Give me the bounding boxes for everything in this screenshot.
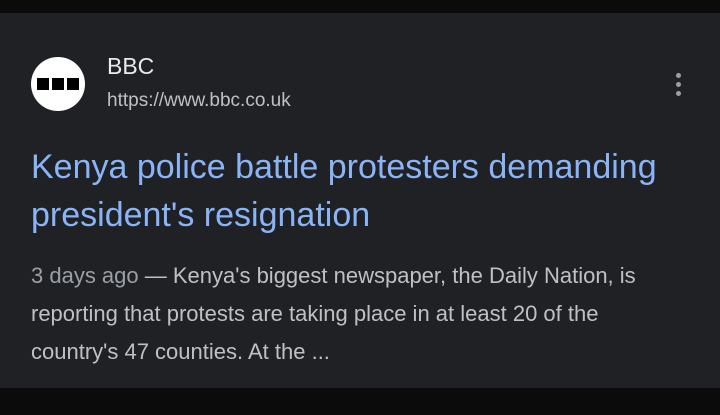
more-options-button[interactable]: [662, 62, 694, 106]
result-snippet: 3 days ago — Kenya's biggest newspaper, …: [31, 257, 691, 371]
top-separator: [0, 0, 720, 13]
logo-block-b1: B: [37, 78, 49, 90]
snippet-separator: —: [138, 263, 173, 288]
logo-block-c: C: [67, 78, 79, 90]
more-vert-icon-dot: [675, 90, 681, 96]
result-date: 3 days ago: [31, 263, 139, 288]
more-vert-icon-dot: [675, 72, 681, 78]
bottom-separator: [0, 388, 720, 415]
bbc-logo-icon[interactable]: B B C: [31, 57, 85, 111]
logo-block-b2: B: [52, 78, 64, 90]
result-headline-link[interactable]: Kenya police battle protesters demanding…: [31, 143, 691, 239]
source-url[interactable]: https://www.bbc.co.uk: [107, 88, 291, 114]
more-vert-icon-dot: [675, 81, 681, 87]
source-name[interactable]: BBC: [107, 51, 154, 81]
